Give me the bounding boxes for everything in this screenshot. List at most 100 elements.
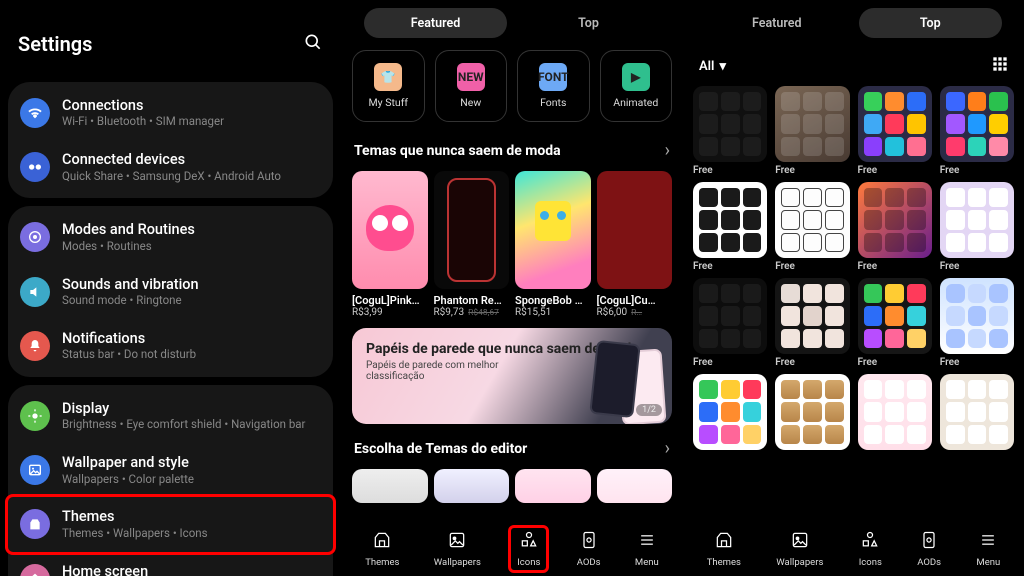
icon-pack-thumbnail — [940, 374, 1014, 450]
nav-label: Themes — [707, 557, 741, 568]
tab-featured[interactable]: Featured — [705, 8, 849, 38]
icon-pack-thumbnail — [775, 86, 849, 162]
icon-pack[interactable]: Free — [693, 278, 767, 368]
chip-icon: FONT — [539, 63, 567, 91]
item-name: Connections — [62, 97, 224, 114]
icon-pack[interactable]: Free — [940, 278, 1014, 368]
item-name: Wallpaper and style — [62, 454, 194, 471]
nav-icons[interactable]: Icons — [508, 525, 549, 573]
icon-pack[interactable] — [940, 374, 1014, 450]
icon-pack[interactable]: Free — [940, 86, 1014, 176]
icon-pack[interactable] — [858, 374, 932, 450]
theme-card[interactable]: SpongeBob … R$15,51 — [515, 171, 591, 318]
settings-item-connected-devices[interactable]: Connected devicesQuick Share • Samsung D… — [8, 140, 333, 194]
theme-price: R$15,51 — [515, 307, 591, 318]
tab-featured[interactable]: Featured — [364, 8, 507, 38]
section-title: Temas que nunca saem de moda — [354, 143, 561, 159]
icon-pack[interactable]: Free — [858, 278, 932, 368]
icon-pack-price: Free — [940, 357, 1014, 368]
themes-icon — [714, 530, 734, 554]
theme-card[interactable]: [CoguL]Cu… R$6,00R… — [597, 171, 673, 318]
target-icon — [20, 222, 50, 252]
icons-store-panel: Featured Top All ▾ FreeFreeFreeFreeFreeF… — [682, 0, 1024, 576]
settings-item-themes[interactable]: ThemesThemes • Wallpapers • Icons — [5, 494, 336, 554]
item-subtitle: Wi-Fi • Bluetooth • SIM manager — [62, 115, 224, 129]
chip-label: Fonts — [540, 96, 566, 109]
theme-price: R$9,73R$48,67 — [434, 307, 510, 318]
icon-pack[interactable]: Free — [693, 86, 767, 176]
theme-price: R$3,99 — [352, 307, 428, 318]
settings-group: DisplayBrightness • Eye comfort shield •… — [8, 385, 333, 576]
icon-pack[interactable]: Free — [858, 86, 932, 176]
aods-icon — [919, 530, 939, 554]
icon-pack-thumbnail — [940, 278, 1014, 354]
icon-pack-thumbnail — [775, 182, 849, 258]
icon-pack[interactable] — [693, 374, 767, 450]
icon-pack[interactable]: Free — [940, 182, 1014, 272]
chip-label: My Stuff — [369, 96, 409, 109]
nav-wallpapers[interactable]: Wallpapers — [430, 528, 485, 570]
filter-dropdown[interactable]: All ▾ — [699, 59, 726, 74]
home-icon — [20, 564, 50, 576]
chip-new[interactable]: NEWNew — [435, 50, 508, 122]
wifi-icon — [20, 98, 50, 128]
icon-pack[interactable]: Free — [858, 182, 932, 272]
nav-label: Menu — [976, 557, 1000, 568]
icon-pack[interactable]: Free — [775, 86, 849, 176]
nav-aods[interactable]: AODs — [573, 528, 605, 570]
chip-my-stuff[interactable]: 👕My Stuff — [352, 50, 425, 122]
chip-fonts[interactable]: FONT Fonts — [517, 50, 590, 122]
settings-item-sounds-and-vibration[interactable]: Sounds and vibrationSound mode • Rington… — [8, 265, 333, 319]
icon-pack[interactable]: Free — [693, 182, 767, 272]
item-name: Display — [62, 400, 305, 417]
tab-top[interactable]: Top — [517, 8, 660, 38]
theme-card[interactable]: Phantom Re… R$9,73R$48,67 — [434, 171, 510, 318]
section-editor-choice[interactable]: Escolha de Temas do editor › — [342, 434, 682, 469]
icon-pack-price: Free — [858, 261, 932, 272]
icon-pack-thumbnail — [693, 374, 767, 450]
editor-theme-carousel[interactable] — [342, 469, 682, 503]
settings-list: ConnectionsWi-Fi • Bluetooth • SIM manag… — [0, 82, 341, 576]
settings-item-home-screen[interactable]: Home screenLayout • App icon badges — [8, 552, 333, 576]
nav-themes[interactable]: Themes — [361, 528, 403, 570]
nav-label: AODs — [917, 557, 941, 568]
settings-item-connections[interactable]: ConnectionsWi-Fi • Bluetooth • SIM manag… — [8, 86, 333, 140]
item-subtitle: Status bar • Do not disturb — [62, 348, 196, 362]
settings-item-notifications[interactable]: NotificationsStatus bar • Do not disturb — [8, 319, 333, 373]
icon-pack-price: Free — [693, 261, 767, 272]
settings-item-modes-and-routines[interactable]: Modes and RoutinesModes • Routines — [8, 210, 333, 264]
tab-top[interactable]: Top — [859, 8, 1003, 38]
icon-pack[interactable]: Free — [775, 182, 849, 272]
settings-header: Settings — [0, 0, 341, 82]
icon-pack-price: Free — [858, 165, 932, 176]
settings-item-display[interactable]: DisplayBrightness • Eye comfort shield •… — [8, 389, 333, 443]
nav-themes[interactable]: Themes — [703, 528, 745, 570]
sound-icon — [20, 277, 50, 307]
theme-carousel[interactable]: [CoguL]Pink… R$3,99 Phantom Re… R$9,73R$… — [342, 171, 682, 318]
nav-menu[interactable]: Menu — [972, 528, 1004, 570]
wallpapers-icon — [447, 530, 467, 554]
nav-aods[interactable]: AODs — [913, 528, 945, 570]
themes-icon — [372, 530, 392, 554]
grid-view-icon[interactable] — [992, 56, 1008, 76]
nav-menu[interactable]: Menu — [631, 528, 663, 570]
settings-item-wallpaper-and-style[interactable]: Wallpaper and styleWallpapers • Color pa… — [8, 443, 333, 497]
nav-wallpapers[interactable]: Wallpapers — [772, 528, 827, 570]
icon-pack-thumbnail — [858, 182, 932, 258]
item-name: Home screen — [62, 563, 192, 576]
search-icon[interactable] — [303, 32, 323, 56]
icon-pack[interactable] — [775, 374, 849, 450]
section-timeless-themes[interactable]: Temas que nunca saem de moda › — [342, 136, 682, 171]
nav-label: Themes — [365, 557, 399, 568]
icon-pack-price: Free — [858, 357, 932, 368]
aods-icon — [579, 530, 599, 554]
theme-card[interactable]: [CoguL]Pink… R$3,99 — [352, 171, 428, 318]
theme-thumbnail — [597, 171, 673, 289]
icon-pack[interactable]: Free — [775, 278, 849, 368]
icon-pack-thumbnail — [775, 374, 849, 450]
chip-icon: NEW — [457, 63, 485, 91]
chip-animated[interactable]: ▶Animated — [600, 50, 673, 122]
wallpaper-banner[interactable]: Papéis de parede que nunca saem de moda … — [352, 328, 672, 424]
nav-icons[interactable]: Icons — [855, 528, 886, 570]
wallpapers-icon — [790, 530, 810, 554]
